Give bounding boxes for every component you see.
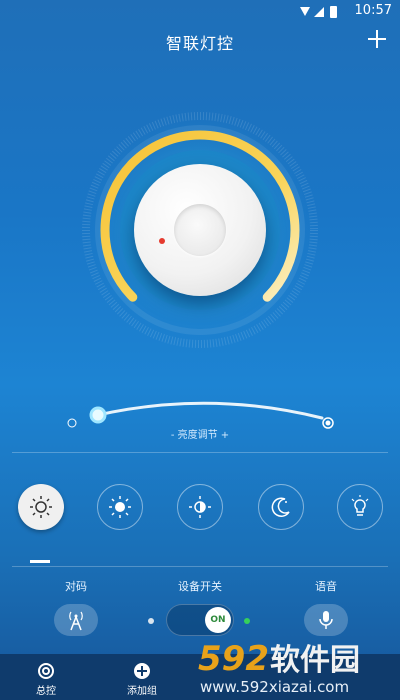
bulb-icon [351,495,369,516]
microphone-icon [319,611,333,629]
slider-thumb [89,406,107,424]
tab-master-control[interactable]: 总控 [6,654,86,700]
slider-track [96,401,324,420]
battery-icon [330,6,337,18]
pair-button[interactable] [54,604,98,636]
on-indicator [244,618,250,624]
switch-label: 设备开关 [178,580,222,593]
page-title: 智联灯控 [165,34,234,53]
pair-label: 对码 [65,580,87,593]
voice-label: 语音 [315,580,337,593]
tab-add-group[interactable]: 添加组 [102,654,182,700]
divider [12,452,388,453]
svg-text:592: 592 [198,639,269,679]
mode-bright-button[interactable] [18,484,64,530]
mode-night-button[interactable] [258,484,304,530]
clock: 10:57 [354,3,392,18]
mode-row [0,484,400,532]
lifebuoy-icon [38,663,54,679]
tab-label: 添加组 [127,686,157,697]
knob-indicator-dot [159,238,165,244]
mode-bulb-button[interactable] [337,484,383,530]
watermark-logo: 592 软件园 www.592xiazai.com [198,639,360,696]
mode-sun-button[interactable] [97,484,143,530]
add-icon[interactable] [364,26,390,52]
antenna-icon [69,611,83,631]
brightness-label: - 亮度调节 + [170,430,230,441]
wifi-icon [300,7,310,16]
divider [12,566,388,567]
svg-text:www.592xiazai.com: www.592xiazai.com [200,678,349,696]
add-circle-icon [134,663,150,679]
dial-knob[interactable] [134,164,266,296]
half-sun-icon [189,496,211,518]
brightness-dial[interactable] [80,110,320,350]
tab-label: 总控 [36,686,56,697]
sun-icon [109,496,131,518]
status-icons [300,6,337,18]
status-bar: 10:57 [0,0,400,22]
sun-outline-icon [30,496,52,518]
moon-icon [271,497,290,517]
off-indicator [148,618,154,624]
app-bar: 智联灯控 [0,22,400,62]
signal-icon [314,7,324,17]
svg-text:软件园: 软件园 [270,643,360,678]
mode-half-light-button[interactable] [177,484,223,530]
knob-center [174,204,226,256]
mode-indicator [30,560,50,563]
